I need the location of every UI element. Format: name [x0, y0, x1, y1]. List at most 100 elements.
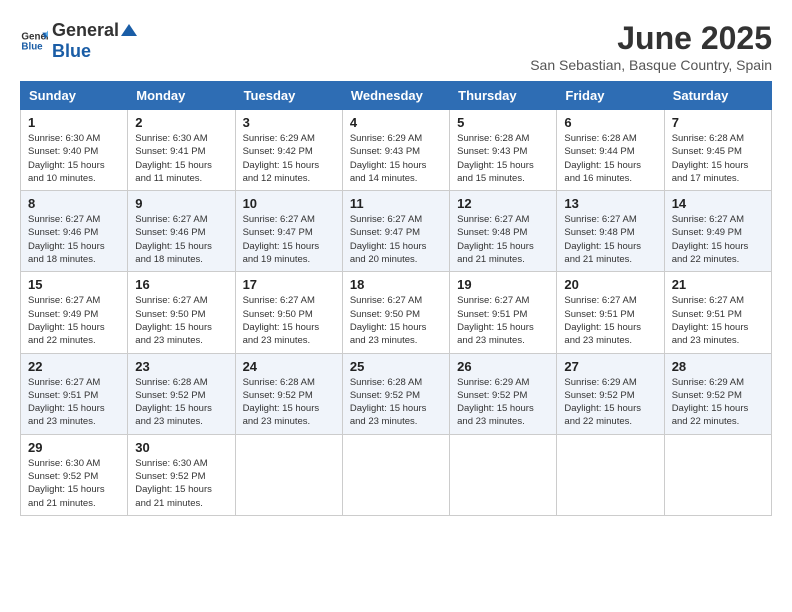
day-info: Sunrise: 6:27 AM Sunset: 9:51 PM Dayligh…	[28, 376, 120, 429]
day-info: Sunrise: 6:28 AM Sunset: 9:52 PM Dayligh…	[243, 376, 335, 429]
header-cell-monday: Monday	[128, 82, 235, 110]
calendar-cell-4: 5 Sunrise: 6:28 AM Sunset: 9:43 PM Daylig…	[450, 110, 557, 191]
day-number: 21	[672, 277, 764, 292]
calendar-cell-22: 23 Sunrise: 6:28 AM Sunset: 9:52 PM Dayli…	[128, 353, 235, 434]
calendar-table: SundayMondayTuesdayWednesdayThursdayFrid…	[20, 81, 772, 516]
calendar-cell-18: 19 Sunrise: 6:27 AM Sunset: 9:51 PM Dayli…	[450, 272, 557, 353]
day-number: 18	[350, 277, 442, 292]
day-number: 28	[672, 359, 764, 374]
day-info: Sunrise: 6:29 AM Sunset: 9:42 PM Dayligh…	[243, 132, 335, 185]
day-number: 14	[672, 196, 764, 211]
header-cell-thursday: Thursday	[450, 82, 557, 110]
day-number: 7	[672, 115, 764, 130]
title-area: June 2025 San Sebastian, Basque Country,…	[530, 20, 772, 73]
day-info: Sunrise: 6:28 AM Sunset: 9:52 PM Dayligh…	[135, 376, 227, 429]
calendar-cell-12: 13Sunrise: 6:27 AM Sunset: 9:48 PM Dayli…	[557, 191, 664, 272]
calendar-cell-27: 28 Sunrise: 6:29 AM Sunset: 9:52 PM Dayli…	[664, 353, 771, 434]
calendar-cell-14: 15 Sunrise: 6:27 AM Sunset: 9:49 PM Dayli…	[21, 272, 128, 353]
calendar-cell-10: 11 Sunrise: 6:27 AM Sunset: 9:47 PM Dayli…	[342, 191, 449, 272]
day-info: Sunrise: 6:28 AM Sunset: 9:45 PM Dayligh…	[672, 132, 764, 185]
day-info: Sunrise: 6:27 AM Sunset: 9:48 PM Dayligh…	[457, 213, 549, 266]
day-number: 26	[457, 359, 549, 374]
calendar-week-4: 22 Sunrise: 6:27 AM Sunset: 9:51 PM Dayli…	[21, 353, 772, 434]
calendar-cell-28: 29 Sunrise: 6:30 AM Sunset: 9:52 PM Dayli…	[21, 434, 128, 515]
header-cell-tuesday: Tuesday	[235, 82, 342, 110]
day-info: Sunrise: 6:27 AM Sunset: 9:46 PM Dayligh…	[28, 213, 120, 266]
day-number: 6	[564, 115, 656, 130]
day-info: Sunrise: 6:28 AM Sunset: 9:52 PM Dayligh…	[350, 376, 442, 429]
day-info: Sunrise: 6:27 AM Sunset: 9:51 PM Dayligh…	[457, 294, 549, 347]
day-info: Sunrise: 6:28 AM Sunset: 9:44 PM Dayligh…	[564, 132, 656, 185]
day-info: Sunrise: 6:27 AM Sunset: 9:47 PM Dayligh…	[243, 213, 335, 266]
calendar-body: 1Sunrise: 6:30 AM Sunset: 9:40 PM Daylig…	[21, 110, 772, 516]
day-number: 25	[350, 359, 442, 374]
day-info: Sunrise: 6:29 AM Sunset: 9:52 PM Dayligh…	[672, 376, 764, 429]
calendar-cell-23: 24 Sunrise: 6:28 AM Sunset: 9:52 PM Dayli…	[235, 353, 342, 434]
day-info: Sunrise: 6:27 AM Sunset: 9:51 PM Dayligh…	[672, 294, 764, 347]
day-info: Sunrise: 6:27 AM Sunset: 9:49 PM Dayligh…	[672, 213, 764, 266]
day-number: 30	[135, 440, 227, 455]
day-info: Sunrise: 6:27 AM Sunset: 9:51 PM Dayligh…	[564, 294, 656, 347]
calendar-cell-34	[664, 434, 771, 515]
calendar-cell-9: 10 Sunrise: 6:27 AM Sunset: 9:47 PM Dayli…	[235, 191, 342, 272]
day-info: Sunrise: 6:27 AM Sunset: 9:50 PM Dayligh…	[243, 294, 335, 347]
calendar-week-5: 29 Sunrise: 6:30 AM Sunset: 9:52 PM Dayli…	[21, 434, 772, 515]
day-number: 9	[135, 196, 227, 211]
day-number: 13	[564, 196, 656, 211]
day-info: Sunrise: 6:29 AM Sunset: 9:52 PM Dayligh…	[564, 376, 656, 429]
day-number: 11	[350, 196, 442, 211]
day-number: 22	[28, 359, 120, 374]
calendar-cell-24: 25 Sunrise: 6:28 AM Sunset: 9:52 PM Dayli…	[342, 353, 449, 434]
day-number: 8	[28, 196, 120, 211]
calendar-cell-31	[342, 434, 449, 515]
day-info: Sunrise: 6:29 AM Sunset: 9:43 PM Dayligh…	[350, 132, 442, 185]
month-title: June 2025	[530, 20, 772, 57]
calendar-cell-32	[450, 434, 557, 515]
calendar-cell-8: 9Sunrise: 6:27 AM Sunset: 9:46 PM Daylig…	[128, 191, 235, 272]
day-number: 29	[28, 440, 120, 455]
day-number: 5	[457, 115, 549, 130]
day-number: 1	[28, 115, 120, 130]
calendar-cell-17: 18 Sunrise: 6:27 AM Sunset: 9:50 PM Dayli…	[342, 272, 449, 353]
day-number: 4	[350, 115, 442, 130]
calendar-header: SundayMondayTuesdayWednesdayThursdayFrid…	[21, 82, 772, 110]
day-number: 12	[457, 196, 549, 211]
logo-text-blue: Blue	[52, 41, 91, 61]
header-cell-saturday: Saturday	[664, 82, 771, 110]
logo-icon: General Blue	[20, 27, 48, 55]
day-number: 19	[457, 277, 549, 292]
header-row: SundayMondayTuesdayWednesdayThursdayFrid…	[21, 82, 772, 110]
day-info: Sunrise: 6:30 AM Sunset: 9:52 PM Dayligh…	[135, 457, 227, 510]
location-title: San Sebastian, Basque Country, Spain	[530, 57, 772, 73]
day-info: Sunrise: 6:27 AM Sunset: 9:50 PM Dayligh…	[350, 294, 442, 347]
day-number: 17	[243, 277, 335, 292]
day-number: 27	[564, 359, 656, 374]
calendar-cell-1: 2Sunrise: 6:30 AM Sunset: 9:41 PM Daylig…	[128, 110, 235, 191]
calendar-cell-6: 7 Sunrise: 6:28 AM Sunset: 9:45 PM Daylig…	[664, 110, 771, 191]
day-info: Sunrise: 6:27 AM Sunset: 9:47 PM Dayligh…	[350, 213, 442, 266]
calendar-cell-21: 22 Sunrise: 6:27 AM Sunset: 9:51 PM Dayli…	[21, 353, 128, 434]
day-info: Sunrise: 6:30 AM Sunset: 9:52 PM Dayligh…	[28, 457, 120, 510]
calendar-cell-5: 6 Sunrise: 6:28 AM Sunset: 9:44 PM Daylig…	[557, 110, 664, 191]
day-number: 24	[243, 359, 335, 374]
day-number: 10	[243, 196, 335, 211]
calendar-cell-11: 12 Sunrise: 6:27 AM Sunset: 9:48 PM Dayli…	[450, 191, 557, 272]
calendar-cell-26: 27 Sunrise: 6:29 AM Sunset: 9:52 PM Dayli…	[557, 353, 664, 434]
day-info: Sunrise: 6:27 AM Sunset: 9:50 PM Dayligh…	[135, 294, 227, 347]
calendar-cell-25: 26Sunrise: 6:29 AM Sunset: 9:52 PM Dayli…	[450, 353, 557, 434]
page-header: General Blue General Blue June 2025 San …	[20, 20, 772, 73]
day-number: 15	[28, 277, 120, 292]
day-info: Sunrise: 6:30 AM Sunset: 9:41 PM Dayligh…	[135, 132, 227, 185]
header-cell-sunday: Sunday	[21, 82, 128, 110]
calendar-cell-13: 14 Sunrise: 6:27 AM Sunset: 9:49 PM Dayli…	[664, 191, 771, 272]
day-info: Sunrise: 6:28 AM Sunset: 9:43 PM Dayligh…	[457, 132, 549, 185]
header-cell-wednesday: Wednesday	[342, 82, 449, 110]
calendar-cell-0: 1Sunrise: 6:30 AM Sunset: 9:40 PM Daylig…	[21, 110, 128, 191]
day-number: 23	[135, 359, 227, 374]
calendar-cell-19: 20Sunrise: 6:27 AM Sunset: 9:51 PM Dayli…	[557, 272, 664, 353]
day-info: Sunrise: 6:27 AM Sunset: 9:49 PM Dayligh…	[28, 294, 120, 347]
calendar-cell-29: 30 Sunrise: 6:30 AM Sunset: 9:52 PM Dayli…	[128, 434, 235, 515]
calendar-week-2: 8 Sunrise: 6:27 AM Sunset: 9:46 PM Daylig…	[21, 191, 772, 272]
calendar-cell-15: 16Sunrise: 6:27 AM Sunset: 9:50 PM Dayli…	[128, 272, 235, 353]
svg-text:Blue: Blue	[21, 41, 43, 52]
